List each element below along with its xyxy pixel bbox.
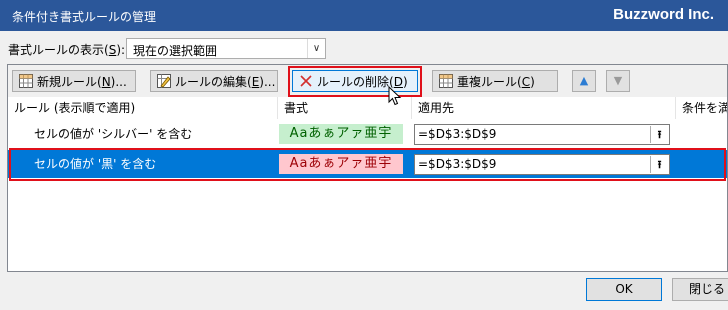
format-preview: Aaあぁアァ亜宇 bbox=[279, 124, 403, 144]
duplicate-rule-label: 重複ルール(C) bbox=[457, 74, 535, 89]
rule-description: セルの値が 'シルバー' を含む bbox=[34, 127, 193, 141]
edit-rule-button[interactable]: ルールの編集(E)... bbox=[150, 70, 278, 92]
rule-row[interactable]: セルの値が 'シルバー' を含む Aaあぁアァ亜宇 =$D$3:$D$9 ⭱ bbox=[8, 120, 727, 148]
delete-x-icon bbox=[299, 74, 313, 88]
edit-rule-icon bbox=[157, 74, 171, 88]
move-up-button[interactable]: ▲ bbox=[572, 70, 596, 92]
column-header-applies-to[interactable]: 適用先 bbox=[412, 97, 676, 119]
rules-toolbar: 新規ルール(N)... ルールの編集(E)... ルールの削除(D) 重複ルール… bbox=[8, 65, 727, 98]
column-header-stop-if-true[interactable]: 条件を満 bbox=[676, 97, 727, 119]
column-header-rule[interactable]: ルール (表示順で適用) bbox=[8, 97, 278, 119]
brand-logo-text: Buzzword Inc. bbox=[613, 6, 714, 23]
edit-rule-label: ルールの編集(E)... bbox=[175, 74, 276, 89]
duplicate-rule-button[interactable]: 重複ルール(C) bbox=[432, 70, 558, 92]
arrow-down-icon: ▼ bbox=[613, 74, 623, 87]
close-button[interactable]: 閉じる bbox=[672, 278, 728, 301]
show-rules-dropdown[interactable]: 現在の選択範囲 ∨ bbox=[126, 38, 326, 59]
mouse-pointer-icon bbox=[388, 85, 402, 109]
new-rule-label: 新規ルール(N)... bbox=[37, 74, 127, 89]
show-rules-selected-value: 現在の選択範囲 bbox=[133, 44, 218, 58]
ok-button[interactable]: OK bbox=[586, 278, 662, 301]
rules-panel: 新規ルール(N)... ルールの編集(E)... ルールの削除(D) 重複ルール… bbox=[7, 64, 728, 272]
show-rules-label-text: 書式ルールの表示( bbox=[8, 43, 109, 57]
arrow-up-icon: ▲ bbox=[579, 74, 589, 87]
window-title: 条件付き書式ルールの管理 bbox=[12, 10, 157, 24]
new-rule-button[interactable]: 新規ルール(N)... bbox=[12, 70, 136, 92]
applies-to-input[interactable]: =$D$3:$D$9 ⭱ bbox=[414, 124, 670, 145]
duplicate-rule-icon bbox=[439, 74, 453, 88]
chevron-down-icon[interactable]: ∨ bbox=[307, 39, 325, 58]
new-rule-icon bbox=[19, 74, 33, 88]
move-down-button[interactable]: ▼ bbox=[606, 70, 630, 92]
show-rules-label-suffix: ): bbox=[116, 43, 126, 57]
title-bar: 条件付き書式ルールの管理 Buzzword Inc. bbox=[0, 0, 728, 31]
range-picker-icon[interactable]: ⭱ bbox=[650, 126, 668, 143]
selected-row-highlight-box bbox=[9, 148, 726, 181]
applies-to-value: =$D$3:$D$9 bbox=[418, 127, 497, 141]
show-rules-label: 書式ルールの表示(S): bbox=[8, 41, 125, 58]
